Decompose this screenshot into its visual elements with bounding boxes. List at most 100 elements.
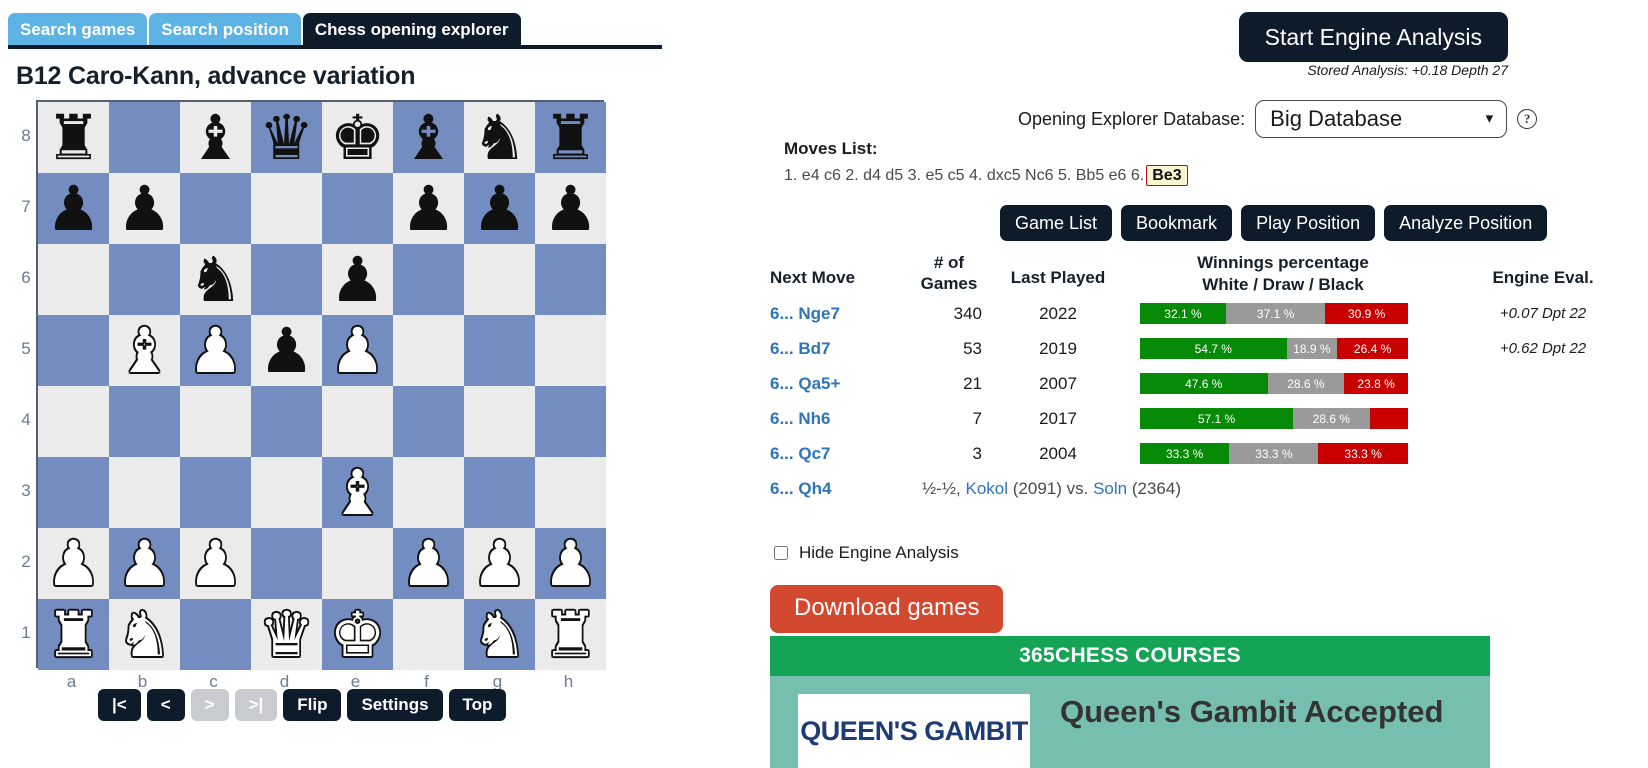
tab-search-position[interactable]: Search position	[149, 13, 301, 47]
chess-board[interactable]: ♜ ♝ ♛ ♚ ♝ ♞ ♜ ♟ ♟ ♟ ♟ ♟ ♞ ♟ ♝ ♟ ♟ ♟ ♝ ♟ ♟ ♟ ♟ ♟ ♟ ♜ ♞ ♛ ♚ ♞ ♜	[36, 100, 606, 670]
square-g7[interactable]: ♟	[464, 173, 535, 244]
square-c3[interactable]	[180, 457, 251, 528]
rank-label-7: 7	[21, 197, 31, 216]
square-f5[interactable]	[393, 315, 464, 386]
square-g4[interactable]	[464, 386, 535, 457]
winnings-bar-segment-draw: 33.3 %	[1229, 443, 1319, 464]
square-b1[interactable]: ♞	[109, 599, 180, 670]
square-d8[interactable]: ♛	[251, 102, 322, 173]
square-h6[interactable]	[535, 244, 606, 315]
next-move-link[interactable]: 6... Nge7	[770, 304, 900, 324]
top-button[interactable]: Top	[448, 689, 507, 721]
play-position-button[interactable]: Play Position	[1241, 205, 1376, 241]
square-d5[interactable]: ♟	[251, 315, 322, 386]
square-f2[interactable]: ♟	[393, 528, 464, 599]
square-e8[interactable]: ♚	[322, 102, 393, 173]
square-a6[interactable]	[38, 244, 109, 315]
square-d3[interactable]	[251, 457, 322, 528]
square-h5[interactable]	[535, 315, 606, 386]
analyze-position-button[interactable]: Analyze Position	[1384, 205, 1548, 241]
header-number-of-games: # of Games	[900, 252, 998, 294]
square-a3[interactable]	[38, 457, 109, 528]
square-b4[interactable]	[109, 386, 180, 457]
piece-white-k-icon: ♚	[329, 597, 386, 671]
square-b8[interactable]	[109, 102, 180, 173]
start-engine-analysis-button[interactable]: Start Engine Analysis	[1238, 12, 1508, 62]
moves-list-label: Moves List:	[784, 139, 878, 158]
move-number: 6...	[770, 478, 794, 498]
square-b5[interactable]: ♝	[109, 315, 180, 386]
hide-engine-analysis-checkbox[interactable]	[774, 546, 788, 560]
square-e3[interactable]: ♝	[322, 457, 393, 528]
courses-banner[interactable]: 365CHESS COURSES QUEEN'S GAMBIT Queen's …	[770, 636, 1490, 768]
square-e6[interactable]: ♟	[322, 244, 393, 315]
previous-move-button[interactable]: <	[146, 689, 185, 721]
square-c2[interactable]: ♟	[180, 528, 251, 599]
square-b2[interactable]: ♟	[109, 528, 180, 599]
next-move-link[interactable]: 6... Qh4	[770, 479, 900, 499]
square-g1[interactable]: ♞	[464, 599, 535, 670]
white-player-link[interactable]: Kokol	[965, 479, 1008, 498]
square-c4[interactable]	[180, 386, 251, 457]
square-d4[interactable]	[251, 386, 322, 457]
square-a5[interactable]	[38, 315, 109, 386]
square-b7[interactable]: ♟	[109, 173, 180, 244]
square-a4[interactable]	[38, 386, 109, 457]
game-list-button[interactable]: Game List	[1000, 205, 1113, 241]
square-e2[interactable]	[322, 528, 393, 599]
next-move-link[interactable]: 6... Nh6	[770, 409, 900, 429]
square-d1[interactable]: ♛	[251, 599, 322, 670]
square-h4[interactable]	[535, 386, 606, 457]
square-a1[interactable]: ♜	[38, 599, 109, 670]
square-g8[interactable]: ♞	[464, 102, 535, 173]
square-g5[interactable]	[464, 315, 535, 386]
square-a7[interactable]: ♟	[38, 173, 109, 244]
square-g6[interactable]	[464, 244, 535, 315]
next-move-link[interactable]: 6... Bd7	[770, 339, 900, 359]
first-move-button[interactable]: |<	[98, 689, 141, 721]
square-e5[interactable]: ♟	[322, 315, 393, 386]
square-f8[interactable]: ♝	[393, 102, 464, 173]
square-f7[interactable]: ♟	[393, 173, 464, 244]
moves-prefix[interactable]: 1. e4 c6 2. d4 d5 3. e5 c5 4. dxc5 Nc6 5…	[784, 167, 1144, 184]
square-h3[interactable]	[535, 457, 606, 528]
board-settings-button[interactable]: Settings	[347, 689, 443, 721]
black-player-link[interactable]: Soln	[1093, 479, 1127, 498]
square-e7[interactable]	[322, 173, 393, 244]
square-d6[interactable]	[251, 244, 322, 315]
tab-chess-opening-explorer[interactable]: Chess opening explorer	[302, 13, 521, 47]
square-f1[interactable]	[393, 599, 464, 670]
next-move-link[interactable]: 6... Qc7	[770, 444, 900, 464]
square-a8[interactable]: ♜	[38, 102, 109, 173]
square-a2[interactable]: ♟	[38, 528, 109, 599]
help-icon[interactable]: ?	[1517, 109, 1538, 129]
square-h2[interactable]: ♟	[535, 528, 606, 599]
database-select[interactable]: Big Database	[1255, 100, 1508, 138]
square-h7[interactable]: ♟	[535, 173, 606, 244]
square-g3[interactable]	[464, 457, 535, 528]
square-h8[interactable]: ♜	[535, 102, 606, 173]
square-d2[interactable]	[251, 528, 322, 599]
square-e4[interactable]	[322, 386, 393, 457]
bookmark-button[interactable]: Bookmark	[1121, 205, 1233, 241]
flip-board-button[interactable]: Flip	[283, 689, 342, 721]
square-c5[interactable]: ♟	[180, 315, 251, 386]
square-c8[interactable]: ♝	[180, 102, 251, 173]
square-b3[interactable]	[109, 457, 180, 528]
winnings-bar-segment-draw: 18.9 %	[1286, 338, 1338, 359]
square-c1[interactable]	[180, 599, 251, 670]
square-f3[interactable]	[393, 457, 464, 528]
square-c7[interactable]	[180, 173, 251, 244]
square-c6[interactable]: ♞	[180, 244, 251, 315]
current-move[interactable]: Be3	[1146, 165, 1188, 186]
square-e1[interactable]: ♚	[322, 599, 393, 670]
square-f6[interactable]	[393, 244, 464, 315]
square-g2[interactable]: ♟	[464, 528, 535, 599]
next-move-link[interactable]: 6... Qa5+	[770, 374, 900, 394]
square-f4[interactable]	[393, 386, 464, 457]
download-games-button[interactable]: Download games	[770, 585, 1004, 633]
square-d7[interactable]	[251, 173, 322, 244]
square-b6[interactable]	[109, 244, 180, 315]
tab-search-games[interactable]: Search games	[8, 13, 148, 47]
square-h1[interactable]: ♜	[535, 599, 606, 670]
